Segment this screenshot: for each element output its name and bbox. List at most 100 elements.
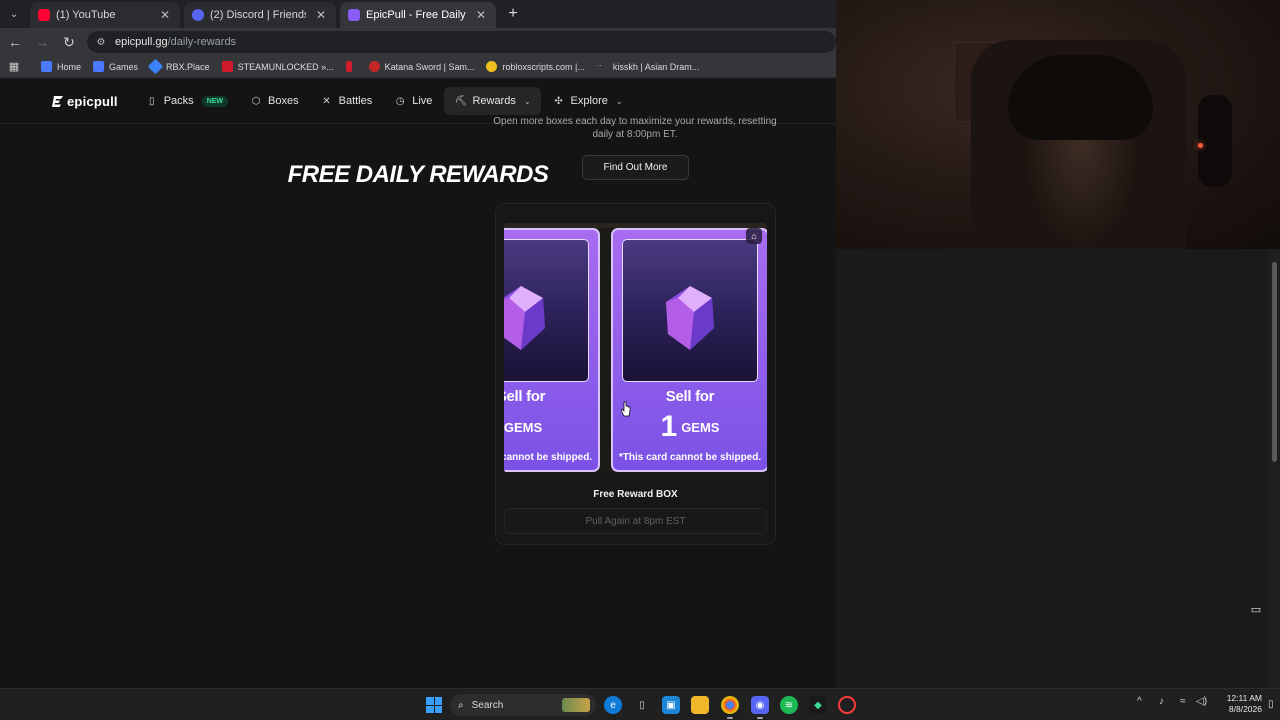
- card-art: [622, 239, 758, 382]
- taskbar-search[interactable]: ⌕ Search: [450, 694, 596, 716]
- clock-icon: ◷: [395, 95, 405, 107]
- gem-icon: [504, 286, 545, 350]
- discord-icon: [192, 9, 204, 21]
- close-icon[interactable]: ✕: [474, 8, 488, 22]
- nav-label: Battles: [338, 95, 373, 107]
- bookmarks-bar: ▦ Home Games RBX.Place STEAMUNLOCKED »..…: [0, 56, 836, 78]
- reward-card-item: Sell for 1 GEMS *This card cannot be ship…: [611, 228, 767, 472]
- tab-epicpull[interactable]: EpicPull - Free Daily Rewards ✕: [340, 2, 496, 28]
- scrollbar-thumb[interactable]: [1272, 262, 1277, 462]
- packs-icon: ▯: [148, 95, 155, 107]
- youtube-icon: [38, 9, 50, 21]
- card-note: *This card cannot be shipped.: [504, 452, 593, 463]
- tab-title: (1) YouTube: [56, 9, 116, 21]
- pull-again-button[interactable]: Pull Again at 8pm EST: [504, 508, 767, 534]
- site-info-icon[interactable]: ⚙: [95, 36, 107, 48]
- tray-overflow-icon[interactable]: ^: [1137, 696, 1142, 707]
- chat-icon[interactable]: ▭: [1248, 601, 1264, 617]
- forward-icon[interactable]: →: [30, 30, 54, 54]
- page-subtitle: Open more boxes each day to maximize you…: [493, 116, 777, 140]
- epicpull-logo-icon: [52, 95, 63, 107]
- clock-date: 8/8/2026: [1228, 704, 1262, 714]
- apps-grid-icon[interactable]: ▦: [3, 57, 25, 77]
- card-art: [504, 239, 589, 382]
- epicpull-logo[interactable]: epicpull: [52, 94, 118, 109]
- system-clock[interactable]: 12:11 AM 8/8/2026: [1212, 693, 1262, 715]
- notification-bell-icon[interactable]: ▯: [1268, 699, 1274, 710]
- photos-icon[interactable]: ▣: [662, 696, 680, 714]
- nav-packs[interactable]: ▯ Packs NEW: [136, 87, 238, 115]
- bookmark-rbxplace[interactable]: RBX.Place: [144, 57, 216, 77]
- find-out-more-button[interactable]: Find Out More: [582, 155, 689, 180]
- bookmark-katana[interactable]: Katana Sword | Sam...: [363, 57, 481, 77]
- tab-strip: ⌄ (1) YouTube ✕ (2) Discord | Friends ✕ …: [0, 0, 836, 28]
- gems-value: 1 GEMS: [613, 410, 767, 444]
- opera-gx-icon[interactable]: [838, 696, 856, 714]
- back-icon[interactable]: ←: [3, 30, 27, 54]
- bookmark-games[interactable]: Games: [87, 57, 144, 77]
- kisskh-icon: ᐧᐧ: [596, 61, 602, 71]
- tab-search-button[interactable]: ⌄: [2, 2, 26, 26]
- bookmark-label: Home: [57, 61, 82, 72]
- roblox-icon: [93, 61, 105, 72]
- game-app-icon[interactable]: ◆: [809, 696, 827, 714]
- nav-label: Boxes: [268, 95, 299, 107]
- webcam-overlay: [836, 0, 1280, 249]
- search-highlight-image: [562, 698, 590, 712]
- search-icon: ⌕: [458, 699, 464, 711]
- nav-live[interactable]: ◷ Live: [384, 87, 442, 115]
- url-host: epicpull.gg: [115, 36, 168, 48]
- search-label: Search: [471, 699, 504, 711]
- nav-label: Live: [412, 95, 433, 107]
- nav-label: Packs: [163, 95, 194, 107]
- chest-icon[interactable]: ⌂: [746, 228, 762, 244]
- gems-label: GEMS: [681, 419, 720, 435]
- indicator-light: [1198, 143, 1203, 148]
- swords-icon: ✕: [322, 95, 331, 107]
- bookmark-kisskh[interactable]: ᐧᐧ kisskh | Asian Dram...: [591, 57, 705, 77]
- nav-explore[interactable]: ✣ Explore ⌄: [543, 87, 633, 115]
- tab-youtube[interactable]: (1) YouTube ✕: [30, 2, 180, 28]
- nav-battles[interactable]: ✕ Battles: [311, 87, 383, 115]
- streamer-hair: [1008, 55, 1153, 140]
- roblox-icon: [41, 61, 52, 72]
- bookmark-home[interactable]: Home: [35, 57, 87, 77]
- volume-icon[interactable]: ◁): [1196, 696, 1207, 707]
- url-input[interactable]: ⚙ epicpull.gg/daily-rewards: [87, 31, 836, 53]
- gems-value: GEMS: [504, 410, 598, 444]
- page-title: FREE DAILY REWARDS: [287, 161, 549, 188]
- mouse-app-icon[interactable]: ▯: [633, 696, 651, 714]
- wifi-icon[interactable]: ≈: [1180, 696, 1186, 707]
- bookmark-robloxscripts[interactable]: robloxscripts.com |...: [480, 57, 590, 77]
- discord-icon[interactable]: ◉: [751, 696, 769, 714]
- mouse-cursor-icon: [621, 401, 631, 417]
- windows-start-icon[interactable]: [426, 697, 442, 713]
- bookmark-steamunlocked[interactable]: STEAMUNLOCKED »...: [216, 57, 340, 77]
- microphone-tray-icon[interactable]: ♪: [1159, 696, 1164, 707]
- chrome-icon[interactable]: [721, 696, 739, 714]
- close-icon[interactable]: ✕: [314, 8, 328, 22]
- reload-icon[interactable]: ↻: [57, 30, 81, 54]
- new-tab-button[interactable]: +: [502, 3, 524, 25]
- edge-icon[interactable]: e: [604, 696, 622, 714]
- close-icon[interactable]: ✕: [158, 8, 172, 22]
- robloxscripts-icon: [486, 61, 498, 72]
- rewards-icon: ⛏: [454, 95, 468, 107]
- box-icon: ⬡: [251, 95, 261, 107]
- chevron-down-icon: ⌄: [615, 96, 623, 106]
- logo-text: epicpull: [67, 93, 118, 109]
- rbxplace-icon: [147, 58, 164, 75]
- bookmark-label: Games: [109, 61, 139, 72]
- reward-card-item: Sell for GEMS *This card cannot be shipp…: [504, 228, 600, 472]
- folder-icon[interactable]: [691, 696, 709, 714]
- tab-discord[interactable]: (2) Discord | Friends ✕: [184, 2, 336, 28]
- bookmark-unnamed[interactable]: [340, 57, 363, 77]
- address-bar: ← → ↻ ⚙ epicpull.gg/daily-rewards: [0, 28, 836, 56]
- clock-time: 12:11 AM: [1226, 693, 1262, 703]
- nav-rewards[interactable]: ⛏ Rewards ⌄: [444, 87, 541, 115]
- nav-boxes[interactable]: ⬡ Boxes: [240, 87, 309, 115]
- steamunlocked-icon: [221, 61, 233, 72]
- spotify-icon[interactable]: ≋: [780, 696, 798, 714]
- bookmark-label: robloxscripts.com |...: [502, 61, 585, 72]
- red-icon: [345, 61, 352, 72]
